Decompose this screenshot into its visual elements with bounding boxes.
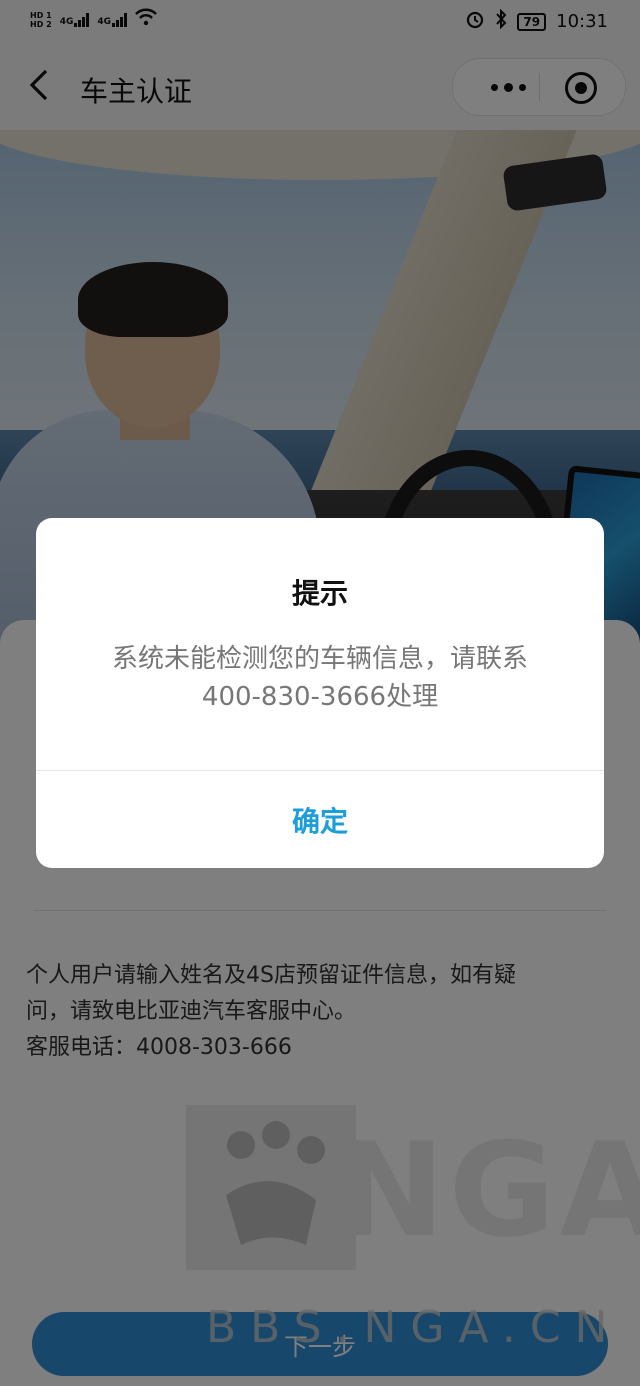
dialog-message-line-1: 系统未能检测您的车辆信息，请联系 xyxy=(111,644,528,674)
dialog-message-line-2: 400-830-3666处理 xyxy=(201,682,439,712)
dialog-message: 系统未能检测您的车辆信息，请联系 400-830-3666处理 xyxy=(66,640,574,716)
confirm-button[interactable]: 确定 xyxy=(36,771,604,868)
alert-dialog: 提示 系统未能检测您的车辆信息，请联系 400-830-3666处理 确定 xyxy=(36,518,604,868)
dialog-title: 提示 xyxy=(291,577,348,610)
